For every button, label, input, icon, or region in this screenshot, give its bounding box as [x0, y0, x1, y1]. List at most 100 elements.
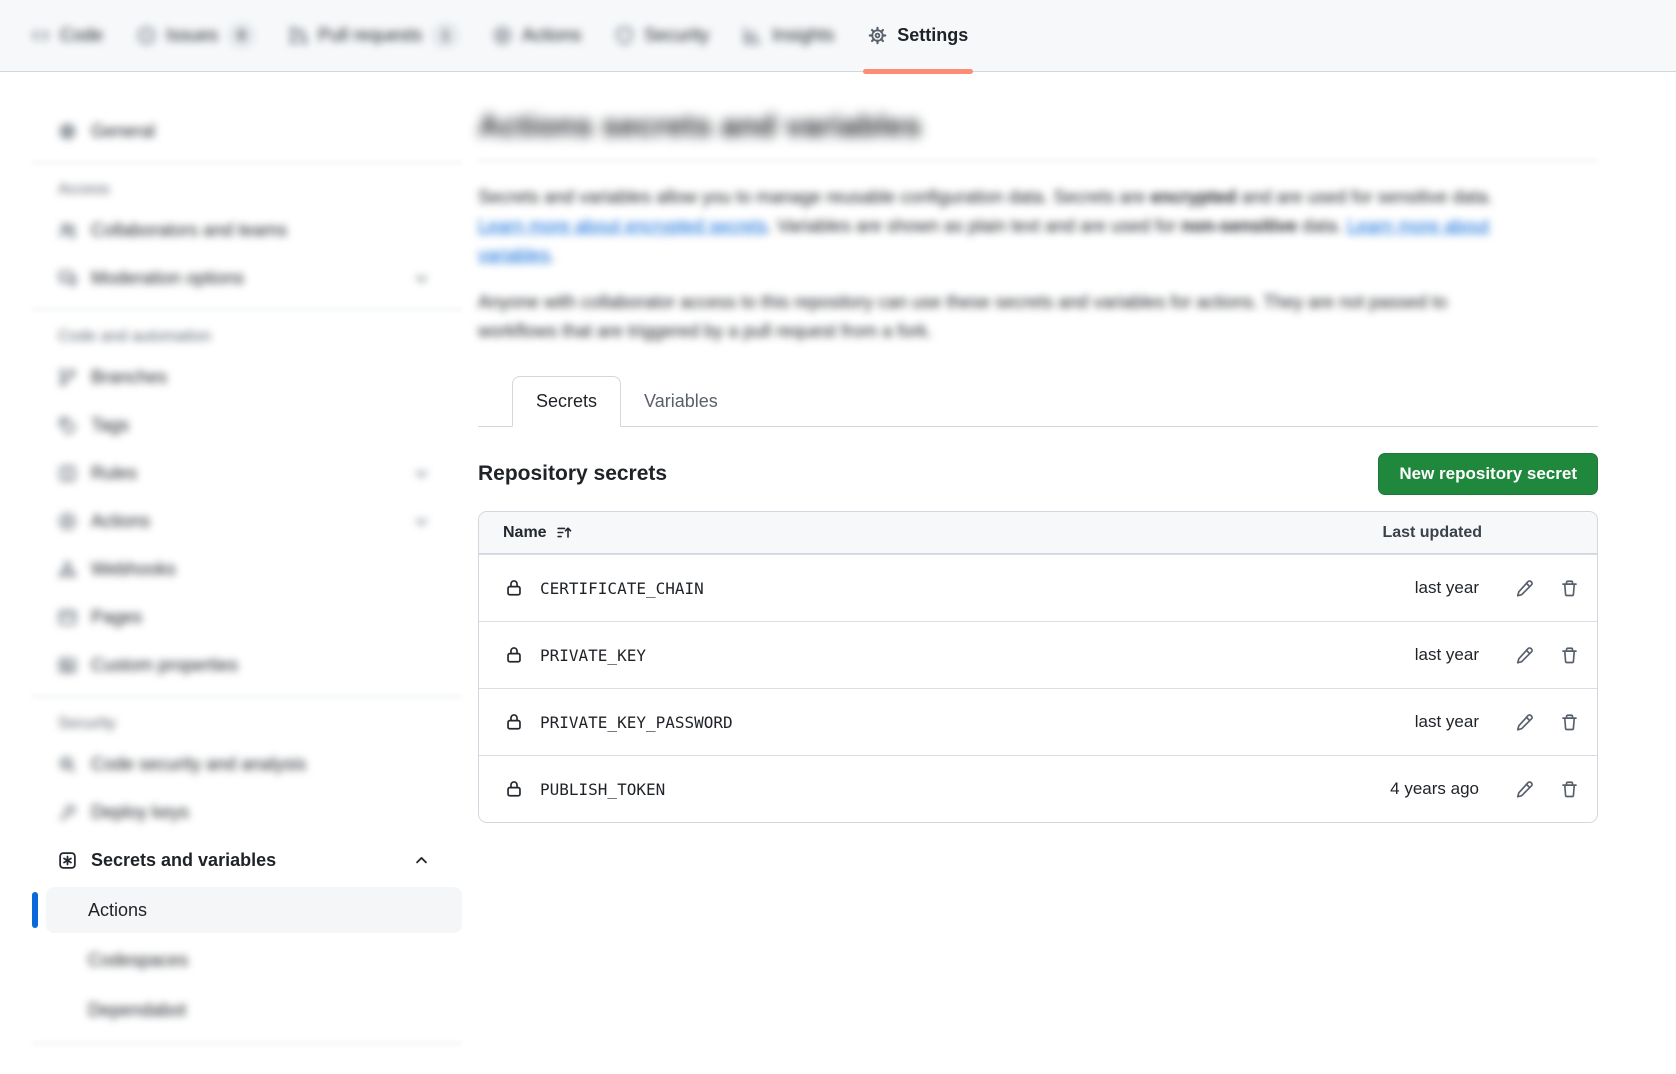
sidebar-item-tags[interactable]: Tags [32, 404, 446, 446]
settings-sidebar: General Access Collaborators and teams M… [0, 72, 462, 1054]
trash-icon [1560, 579, 1579, 598]
intro-text: data. [1297, 216, 1347, 236]
settings-content: Actions secrets and variables Secrets an… [478, 72, 1598, 823]
tab-label: Actions [522, 25, 581, 46]
secret-name: PUBLISH_TOKEN [540, 780, 665, 799]
sidebar-item-label: Collaborators and teams [91, 220, 287, 241]
code-icon [31, 26, 50, 45]
sidebar-item-secrets-variables[interactable]: Secrets and variables [32, 839, 446, 881]
intro-bold: encrypted [1150, 187, 1236, 207]
delete-secret-button[interactable] [1556, 709, 1583, 736]
git-pull-request-icon [289, 26, 308, 45]
tab-variables[interactable]: Variables [621, 377, 741, 426]
intro-text: . Variables are shown as plain text and … [767, 216, 1181, 236]
sidebar-subitem-dependabot[interactable]: Dependabot [32, 987, 462, 1033]
tab-actions[interactable]: Actions [476, 0, 598, 71]
name-column-header[interactable]: Name [503, 524, 573, 542]
pencil-icon [1515, 646, 1534, 665]
tab-code[interactable]: Code [14, 0, 120, 71]
secret-name: PRIVATE_KEY_PASSWORD [540, 713, 733, 732]
sidebar-item-label: Actions [91, 511, 150, 532]
page-title: Actions secrets and variables [478, 108, 1598, 144]
tab-issues[interactable]: Issues 8 [120, 0, 272, 71]
tab-security[interactable]: Security [598, 0, 726, 71]
selected-indicator-bar [32, 892, 38, 928]
secret-updated: last year [1415, 645, 1479, 665]
secret-row: PRIVATE_KEY last year [479, 621, 1597, 688]
title-divider [478, 160, 1598, 161]
delete-secret-button[interactable] [1556, 642, 1583, 669]
sidebar-item-label: Pages [91, 607, 142, 628]
edit-secret-button[interactable] [1511, 709, 1538, 736]
graph-icon [743, 26, 762, 45]
edit-secret-button[interactable] [1511, 575, 1538, 602]
sidebar-item-label: Deploy keys [91, 802, 189, 823]
tab-label: Settings [897, 25, 968, 46]
rules-icon [58, 464, 77, 483]
tab-settings[interactable]: Settings [851, 0, 985, 71]
sidebar-section-security: Security [32, 713, 462, 735]
sidebar-item-custom-properties[interactable]: Custom properties [32, 644, 446, 686]
secret-row: CERTIFICATE_CHAIN last year [479, 554, 1597, 621]
sidebar-item-general[interactable]: General [32, 110, 446, 152]
sidebar-subitem-actions[interactable]: Actions [32, 887, 462, 933]
sidebar-item-label: Secrets and variables [91, 850, 276, 871]
sidebar-subitem-label: Dependabot [88, 1000, 186, 1021]
secrets-variables-tabnav: Secrets Variables [478, 376, 1598, 427]
sidebar-item-webhooks[interactable]: Webhooks [32, 548, 446, 590]
people-icon [58, 221, 77, 240]
tag-icon [58, 416, 77, 435]
sidebar-item-actions-parent[interactable]: Actions [32, 500, 446, 542]
id-badge-icon [58, 656, 77, 675]
sidebar-subitem-label: Actions [88, 900, 147, 921]
sidebar-item-label: Rules [91, 463, 137, 484]
sidebar-item-label: General [91, 121, 155, 142]
intro-bold: non-sensitive [1181, 216, 1297, 236]
sidebar-item-label: Tags [91, 415, 129, 436]
sidebar-divider [32, 309, 462, 310]
tab-label: Security [644, 25, 709, 46]
secret-updated: 4 years ago [1390, 779, 1479, 799]
sidebar-subitem-codespaces[interactable]: Codespaces [32, 937, 462, 983]
sidebar-section-access: Access [32, 179, 462, 201]
repository-secrets-heading: Repository secrets [478, 462, 667, 486]
last-updated-column-header: Last updated [1382, 524, 1482, 542]
webhook-icon [58, 560, 77, 579]
tab-pull-requests[interactable]: Pull requests 1 [272, 0, 476, 71]
edit-secret-button[interactable] [1511, 776, 1538, 803]
gear-icon [868, 26, 887, 45]
sidebar-subitem-label: Codespaces [88, 950, 188, 971]
trash-icon [1560, 713, 1579, 732]
sidebar-item-code-security[interactable]: Code security and analysis [32, 743, 446, 785]
tab-insights[interactable]: Insights [726, 0, 851, 71]
lock-icon [505, 780, 523, 798]
play-icon [58, 512, 77, 531]
learn-more-secrets-link[interactable]: Learn more about encrypted secrets [478, 216, 767, 236]
edit-secret-button[interactable] [1511, 642, 1538, 669]
shield-icon [615, 26, 634, 45]
sidebar-item-deploy-keys[interactable]: Deploy keys [32, 791, 446, 833]
browser-icon [58, 608, 77, 627]
delete-secret-button[interactable] [1556, 776, 1583, 803]
sidebar-divider [32, 1043, 462, 1044]
sidebar-item-branches[interactable]: Branches [32, 356, 446, 398]
sidebar-item-collaborators[interactable]: Collaborators and teams [32, 209, 446, 251]
sidebar-item-pages[interactable]: Pages [32, 596, 446, 638]
sidebar-item-label: Branches [91, 367, 167, 388]
sidebar-item-rules[interactable]: Rules [32, 452, 446, 494]
secrets-table: Name Last updated CERTIFICATE_CHAIN last… [478, 511, 1598, 823]
lock-icon [505, 713, 523, 731]
pr-count-badge: 1 [432, 23, 459, 48]
tab-label: Insights [772, 25, 834, 46]
sidebar-item-label: Moderation options [91, 268, 244, 289]
secrets-table-header: Name Last updated [479, 512, 1597, 554]
gear-icon [58, 122, 77, 141]
tab-secrets[interactable]: Secrets [512, 376, 621, 427]
new-repository-secret-button[interactable]: New repository secret [1378, 453, 1598, 495]
trash-icon [1560, 780, 1579, 799]
sidebar-item-moderation[interactable]: Moderation options [32, 257, 446, 299]
repo-nav: Code Issues 8 Pull requests 1 Actions Se… [0, 0, 1676, 72]
delete-secret-button[interactable] [1556, 575, 1583, 602]
sidebar-item-label: Webhooks [91, 559, 176, 580]
intro-paragraph-2: Anyone with collaborator access to this … [478, 288, 1518, 346]
